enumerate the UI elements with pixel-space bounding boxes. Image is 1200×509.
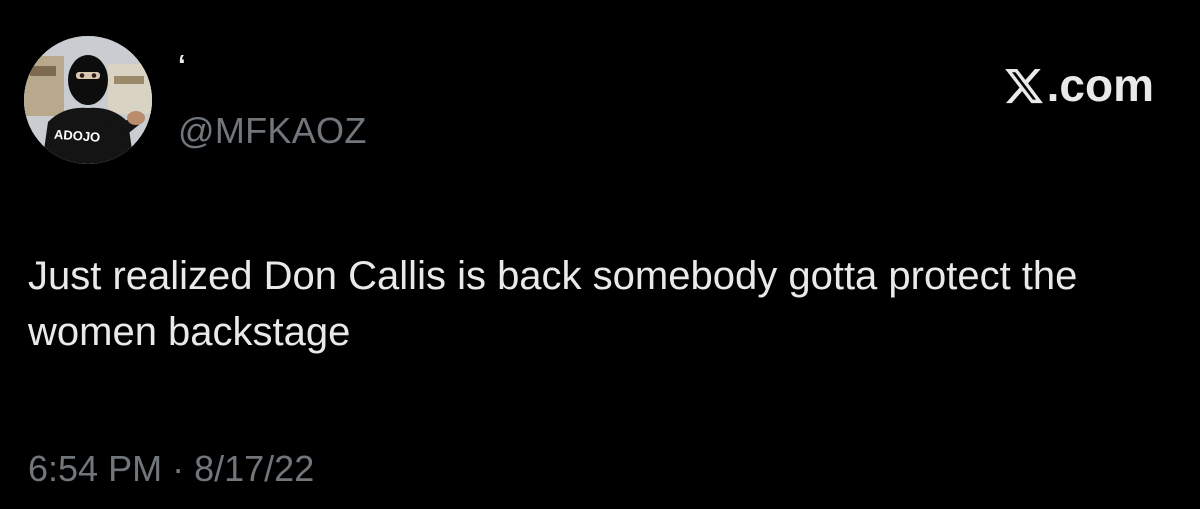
x-logo-icon bbox=[1004, 68, 1043, 104]
user-handle[interactable]: @MFKAOZ bbox=[178, 110, 367, 152]
brand-domain-text: .com bbox=[1046, 59, 1154, 111]
display-name[interactable]: ‘ bbox=[178, 48, 186, 82]
tweet-timestamp[interactable]: 6:54 PM · 8/17/22 bbox=[28, 448, 314, 490]
tweet-date: 8/17/22 bbox=[194, 448, 315, 489]
brand-watermark: .com bbox=[1003, 60, 1154, 110]
timestamp-separator: · bbox=[172, 448, 185, 489]
avatar-image: ADOJO bbox=[24, 36, 152, 164]
tweet-time: 6:54 PM bbox=[28, 448, 163, 489]
tweet-text: Just realized Don Callis is back somebod… bbox=[28, 254, 1078, 354]
avatar[interactable]: ADOJO bbox=[24, 36, 152, 164]
tweet-card: ADOJO ‘ @MFKAOZ .com Just realized Don C… bbox=[0, 0, 1200, 509]
